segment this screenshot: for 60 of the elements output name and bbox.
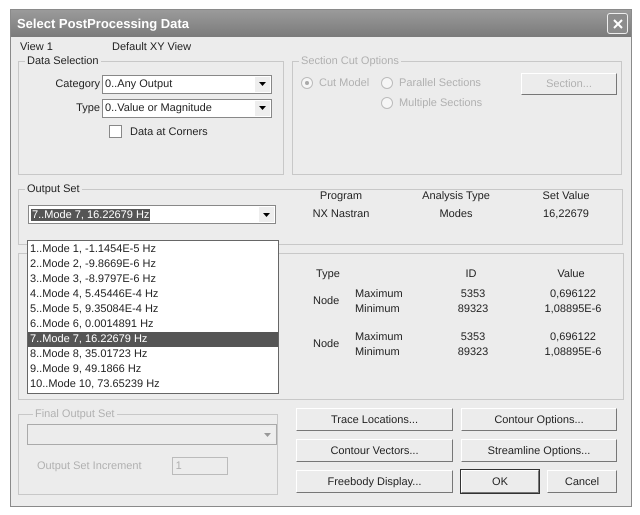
column-header: Value (556, 268, 586, 282)
view-name: Default XY View (112, 41, 192, 53)
list-item[interactable]: 5..Mode 5, 9.35084E-4 Hz (28, 302, 278, 317)
table-cell-text: Maximum (355, 288, 404, 300)
table-cell-text: Node (312, 295, 340, 307)
view-label: View 1 (19, 41, 54, 53)
category-label: Category (54, 78, 101, 90)
table-cell-text: Node (312, 338, 340, 350)
checkbox-label: Data at Corners (130, 126, 208, 138)
table-cell-text: 1,08895E-6 (544, 302, 602, 314)
dialog-button[interactable]: Contour Options... (461, 408, 617, 431)
output-set-dropdown[interactable]: 7..Mode 7, 16.22679 Hz (28, 205, 276, 224)
dialog-button[interactable]: Contour Vectors... (296, 439, 453, 462)
dialog-button[interactable]: Trace Locations... (296, 408, 453, 431)
type-dropdown[interactable]: 0..Value or Magnitude (102, 98, 272, 118)
radio-label: Multiple Sections (399, 97, 482, 109)
type-label: Type (75, 102, 101, 114)
table-cell-text: 89323 (456, 346, 490, 358)
column-header: Set Value (542, 190, 590, 202)
table-cell-text: 1,08895E-6 (544, 346, 602, 358)
radio-label: Cut Model (319, 77, 370, 89)
table-cell-text: Minimum (355, 346, 401, 358)
column-header: ID (464, 268, 478, 282)
list-item[interactable]: 8..Mode 8, 35.01723 Hz (28, 347, 278, 362)
list-item[interactable]: 9..Mode 9, 49.1866 Hz (28, 362, 278, 377)
column-value: Modes (438, 208, 474, 220)
table-cell-text: 0,696122 (549, 288, 597, 300)
table-cell-text: Maximum (355, 330, 404, 342)
list-item[interactable]: 2..Mode 2, -9.8669E-6 Hz (28, 257, 278, 272)
list-item[interactable]: 6..Mode 6, 0.0014891 Hz (28, 317, 278, 332)
list-item[interactable]: 10..Mode 10, 73.65239 Hz (28, 377, 278, 392)
list-item[interactable]: 4..Mode 4, 5.45446E-4 Hz (28, 287, 278, 302)
close-button[interactable] (607, 13, 628, 34)
table-cell-text: 0,696122 (549, 330, 597, 342)
dialog-button[interactable]: Freebody Display... (296, 470, 453, 493)
column-value: NX Nastran (312, 208, 370, 220)
increment-label: Output Set Increment (37, 460, 142, 472)
close-icon (612, 18, 624, 30)
table-cell-text: 89323 (456, 302, 490, 314)
category-dropdown[interactable]: 0..Any Output (102, 74, 272, 94)
group-title: Data Selection (26, 55, 100, 67)
table-cell-text: Minimum (355, 302, 401, 314)
dialog-button[interactable]: Streamline Options... (461, 439, 617, 462)
window-title: Select PostProcessing Data (17, 16, 189, 31)
group-title: Final Output Set (34, 408, 116, 420)
dialog-button[interactable]: Cancel (547, 470, 617, 493)
group-title: Section Cut Options (300, 55, 400, 67)
table-cell-text: 5353 (460, 330, 486, 342)
group-title: Output Set (26, 183, 81, 195)
column-header: Analysis Type (421, 190, 491, 202)
dialog-button[interactable]: OK (461, 470, 539, 493)
column-value: 16,22679 (542, 208, 590, 220)
column-header: Type (315, 268, 341, 282)
checkbox[interactable] (109, 125, 122, 138)
column-header: Program (318, 190, 364, 202)
list-item[interactable]: 1..Mode 1, -1.1454E-5 Hz (28, 242, 278, 257)
list-item[interactable]: 7..Mode 7, 16.22679 Hz (28, 332, 278, 347)
radio-label: Parallel Sections (399, 77, 481, 89)
list-item[interactable]: 3..Mode 3, -8.9797E-6 Hz (28, 272, 278, 287)
table-cell-text: 5353 (460, 288, 486, 300)
